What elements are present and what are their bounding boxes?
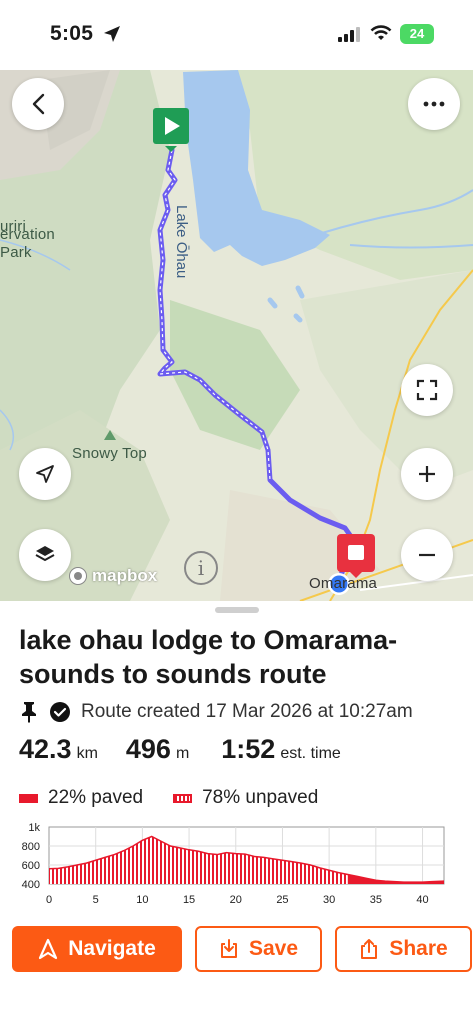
route-created-text: Route created 17 Mar 2026 at 10:27am bbox=[81, 701, 413, 722]
elevation-unit: m bbox=[175, 745, 190, 762]
park-label-line3: Park bbox=[0, 244, 32, 261]
x-tick-label: 20 bbox=[230, 894, 242, 906]
back-button[interactable] bbox=[12, 78, 64, 130]
time-unit: est. time bbox=[280, 745, 341, 762]
action-buttons: Navigate Save Share bbox=[12, 926, 472, 972]
save-label: Save bbox=[248, 937, 299, 960]
locate-me-button[interactable] bbox=[19, 448, 71, 500]
ellipsis-icon bbox=[423, 101, 445, 107]
pin-icon bbox=[22, 702, 36, 723]
chevron-left-icon bbox=[32, 93, 45, 115]
peak-label: Snowy Top bbox=[72, 445, 147, 462]
distance-value: 42.3 bbox=[19, 734, 72, 764]
fullscreen-button[interactable] bbox=[401, 364, 453, 416]
elevation-value: 496 bbox=[125, 734, 171, 764]
share-label: Share bbox=[389, 937, 448, 960]
wifi-icon bbox=[370, 25, 392, 40]
y-tick-label: 800 bbox=[22, 841, 40, 853]
elevation-area-paved bbox=[347, 874, 444, 884]
surface-legend: 22% paved 78% unpaved bbox=[19, 787, 318, 809]
x-tick-label: 10 bbox=[136, 894, 148, 906]
route-title: lake ohau lodge to Omarama- sounds to so… bbox=[19, 625, 398, 689]
elevation-chart[interactable]: 400 600 800 1k 0 5 10 15 20 25 30 35 40 bbox=[0, 819, 473, 914]
sheet-grabber[interactable] bbox=[215, 607, 259, 613]
minus-icon bbox=[419, 553, 435, 557]
info-icon: i bbox=[197, 556, 205, 580]
x-tick-label: 15 bbox=[183, 894, 195, 906]
y-tick-label: 600 bbox=[22, 860, 40, 872]
plus-icon bbox=[419, 466, 435, 482]
battery-indicator: 24 bbox=[400, 24, 434, 44]
route-details-sheet: lake ohau lodge to Omarama- sounds to so… bbox=[0, 601, 473, 1024]
more-options-button[interactable] bbox=[408, 78, 460, 130]
lake-label: Lake Ōhau bbox=[173, 205, 190, 279]
navigate-button[interactable]: Navigate bbox=[12, 926, 182, 972]
y-tick-label: 400 bbox=[22, 879, 40, 891]
navigate-label: Navigate bbox=[68, 937, 156, 960]
share-icon bbox=[361, 939, 378, 959]
x-tick-label: 40 bbox=[416, 894, 428, 906]
x-tick-label: 0 bbox=[46, 894, 52, 906]
town-label: Omarama bbox=[309, 575, 378, 592]
location-arrow-icon bbox=[104, 26, 120, 42]
paved-label: 22% paved bbox=[48, 787, 144, 808]
map-terrain bbox=[0, 70, 473, 601]
zoom-out-button[interactable] bbox=[401, 529, 453, 581]
cellular-signal-icon bbox=[338, 27, 360, 42]
x-tick-label: 25 bbox=[276, 894, 288, 906]
elevation-area-unpaved bbox=[49, 836, 444, 884]
unpaved-swatch bbox=[173, 793, 193, 803]
distance-unit: km bbox=[76, 745, 98, 762]
y-tick-label: 1k bbox=[28, 822, 40, 834]
mapbox-attribution[interactable]: mapbox bbox=[68, 566, 157, 586]
end-marker[interactable] bbox=[337, 534, 375, 578]
info-button[interactable]: i bbox=[184, 551, 218, 585]
expand-icon bbox=[416, 379, 438, 401]
verified-check-icon bbox=[50, 702, 70, 722]
status-bar: 5:05 24 bbox=[0, 0, 473, 70]
x-tick-label: 35 bbox=[370, 894, 382, 906]
mapbox-logo-icon bbox=[69, 567, 87, 585]
zoom-in-button[interactable] bbox=[401, 448, 453, 500]
save-button[interactable]: Save bbox=[195, 926, 322, 972]
route-stats: 42.3 km 496 m 1:52 est. time bbox=[19, 734, 341, 765]
share-button[interactable]: Share bbox=[335, 926, 472, 972]
mapbox-label: mapbox bbox=[92, 566, 158, 585]
unpaved-label: 78% unpaved bbox=[202, 787, 319, 808]
download-icon bbox=[220, 939, 237, 958]
layers-icon bbox=[35, 546, 55, 562]
map-layers-button[interactable] bbox=[19, 529, 71, 581]
time-value: 1:52 bbox=[221, 734, 276, 764]
battery-level: 24 bbox=[409, 26, 425, 41]
navigation-arrow-icon bbox=[36, 465, 54, 483]
route-map[interactable]: Lake Ōhau uriri ervation Park Snowy Top … bbox=[0, 70, 473, 601]
park-label-line2: ervation bbox=[0, 226, 55, 243]
x-tick-label: 30 bbox=[323, 894, 335, 906]
x-tick-label: 5 bbox=[93, 894, 99, 906]
paved-swatch bbox=[19, 793, 38, 803]
navigate-arrow-icon bbox=[39, 938, 58, 960]
status-time: 5:05 bbox=[50, 22, 94, 45]
route-meta: Route created 17 Mar 2026 at 10:27am bbox=[19, 701, 413, 723]
